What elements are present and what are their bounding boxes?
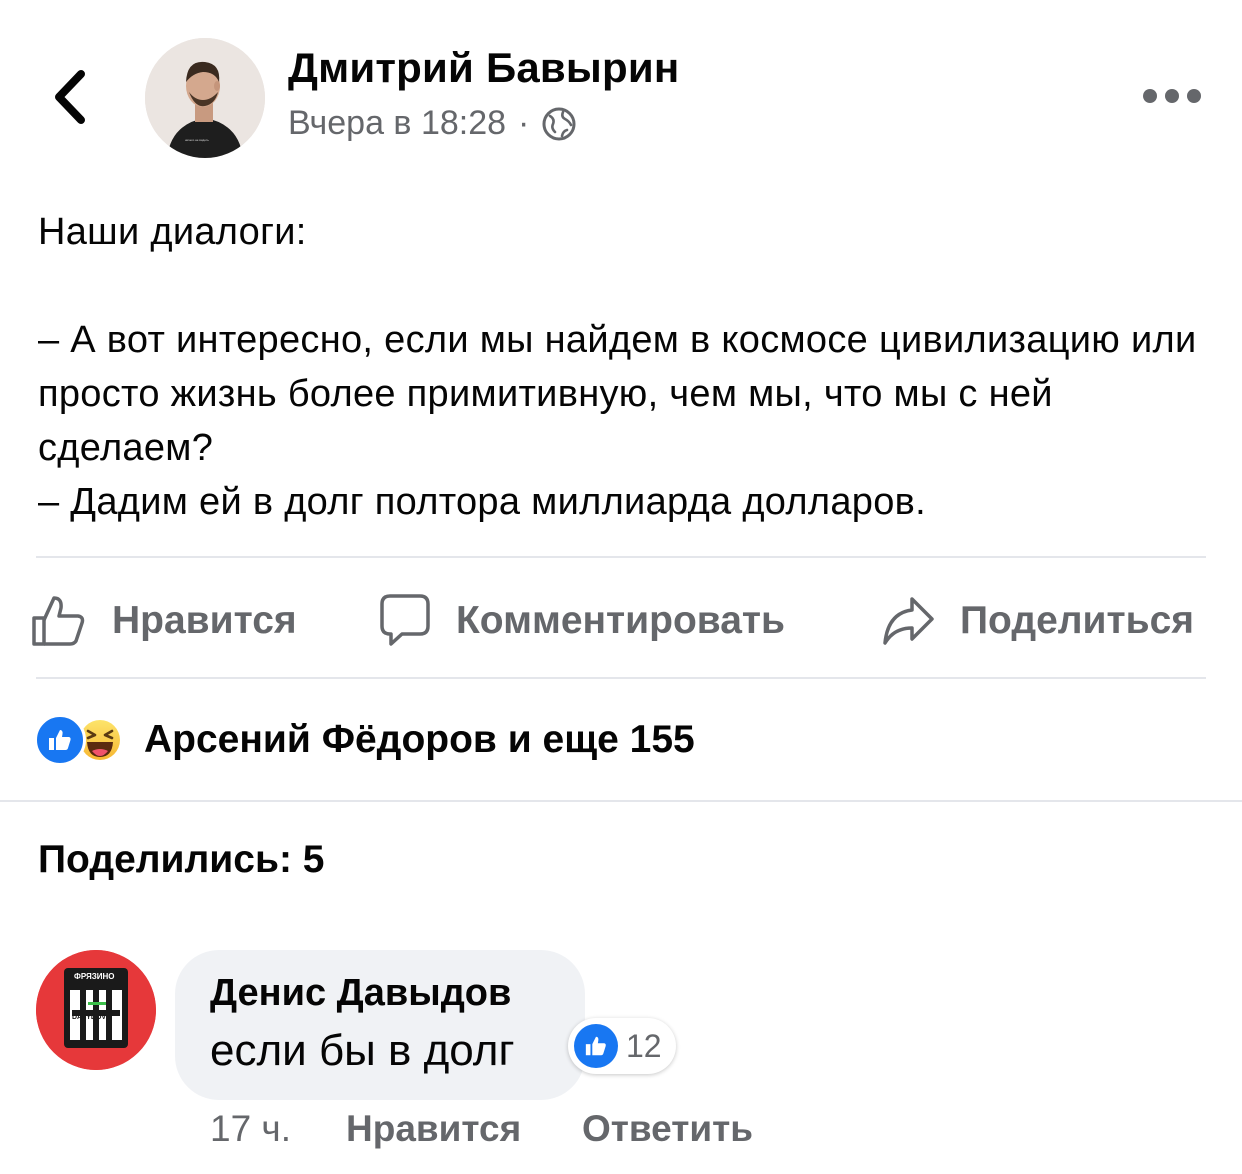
post-timestamp[interactable]: Вчера в 18:28 <box>288 104 506 143</box>
share-button[interactable]: Поделиться <box>880 586 1194 656</box>
section-divider <box>0 800 1242 802</box>
like-button[interactable]: Нравится <box>30 586 297 656</box>
meta-separator: · <box>518 104 530 142</box>
comment-time: 17 ч. <box>210 1108 291 1149</box>
reactions-summary[interactable]: Арсений Фёдоров и еще 155 <box>34 710 695 770</box>
share-label: Поделиться <box>960 599 1195 642</box>
comment-bubble-icon <box>380 594 430 646</box>
comment-label: Комментировать <box>456 599 786 642</box>
more-options-button[interactable] <box>1132 78 1212 114</box>
comment-like-button[interactable]: Нравится <box>346 1108 521 1150</box>
commenter-logo <box>36 950 156 1070</box>
avatar-shirt-text: ничего не видеть <box>185 138 209 142</box>
reactions-summary-text: Арсений Фёдоров и еще 155 <box>144 718 695 761</box>
commenter-avatar-text-2: DAVYDOV <box>72 1014 107 1021</box>
comment-button[interactable]: Комментировать <box>378 586 785 656</box>
commenter-avatar[interactable]: ФРЯЗИНО DAVYDOV <box>36 950 156 1070</box>
globe-icon <box>542 107 576 140</box>
more-horizontal-icon <box>1143 89 1201 103</box>
comment-reply-button[interactable]: Ответить <box>582 1108 753 1150</box>
author-name[interactable]: Дмитрий Бавырин <box>288 44 679 92</box>
commenter-avatar-text: ФРЯЗИНО <box>74 972 115 981</box>
divider <box>36 556 1206 558</box>
share-arrow-icon <box>883 597 934 645</box>
back-button[interactable] <box>40 62 100 132</box>
post-text: Наши диалоги: – А вот интересно, если мы… <box>38 211 1197 523</box>
shares-count[interactable]: Поделились: 5 <box>38 838 324 882</box>
like-label: Нравится <box>112 599 297 642</box>
post-meta: Вчера в 18:28 · <box>288 104 577 143</box>
divider <box>36 677 1206 679</box>
comment-text: если бы в долг <box>210 1026 515 1075</box>
author-avatar[interactable]: ничего не видеть <box>145 38 265 158</box>
chevron-left-icon <box>55 70 85 124</box>
comment-reaction-count: 12 <box>626 1027 662 1064</box>
like-reaction-icon <box>574 1024 618 1068</box>
like-reaction-icon <box>34 714 86 766</box>
comment-reactions[interactable]: 12 <box>568 1018 676 1074</box>
thumbs-up-icon <box>32 596 85 646</box>
comment-author[interactable]: Денис Давыдов <box>210 972 511 1015</box>
